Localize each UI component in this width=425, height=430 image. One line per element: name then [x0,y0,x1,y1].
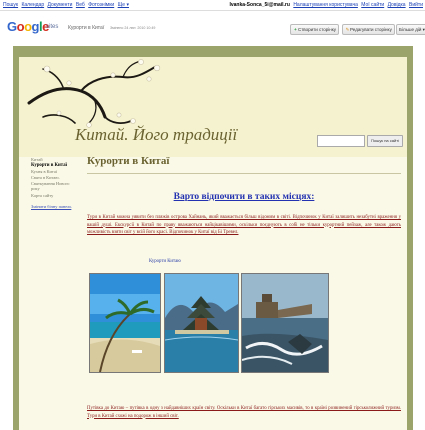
last-updated: Змінено 24 лют. 2010 10:49 [110,26,156,30]
sidebar-item-cuisine[interactable]: Кухня в Китаї [31,169,79,175]
edit-page-button[interactable]: ✎Редагувати сторінку [342,24,395,35]
content-heading[interactable]: Варто відпочити в таких місцях: [87,192,401,202]
sidebar-item-holidays[interactable]: Свята в Китаю. Святкування Нового року [31,175,79,192]
sign-out-link[interactable]: Вийти [409,2,423,8]
gbar-link-search[interactable]: Пошук [3,2,18,8]
sidebar-item-sitemap[interactable]: Карта сайту [31,193,79,199]
pagoda-lake-photo[interactable] [164,273,239,373]
great-wall-sea-photo[interactable] [241,273,329,373]
site-title[interactable]: Китай. Його традиції [75,125,237,145]
sites-toolbar: Google sites Курорти в Китаї Змінено 24 … [0,11,425,43]
sidebar-item-china[interactable]: Китай [31,157,79,163]
edit-sidebar-link[interactable]: Змінити бічну панель [31,204,79,210]
sidebar-item-resorts[interactable]: Курорти в Китаї [31,163,79,169]
page-title: Курорти в Китаї [87,155,170,167]
site-name: Курорти в Китаї [68,25,105,31]
user-settings-link[interactable]: Налаштування користувача [293,2,358,8]
search-button[interactable]: Пошук на сайті [367,135,403,147]
help-link[interactable]: Довідка [388,2,406,8]
google-bar: Пошук Календар Документи Веб Фотознімки … [0,0,425,11]
beach-resort-photo[interactable] [89,273,161,373]
my-sites-link[interactable]: Мої сайти [361,2,384,8]
create-page-button[interactable]: +Створити сторінку [290,24,340,35]
user-email: Ivanka-Sonca_5i@mail.ru [229,2,290,8]
google-bar-account: Ivanka-Sonca_5i@mail.ru Налаштування кор… [227,0,423,10]
gbar-link-documents[interactable]: Документи [48,2,73,8]
site-page: Китай. Його традиції Пошук на сайті Кита… [19,57,407,430]
sidebar-nav: Китай Курорти в Китаї Кухня в Китаї Свят… [31,157,79,210]
gbar-link-calendar[interactable]: Календар [21,2,44,8]
sites-label: sites [46,24,59,30]
google-logo[interactable]: Google [7,19,49,34]
more-actions-button[interactable]: Більше дій ▾ [396,24,425,35]
google-bar-links: Пошук Календар Документи Веб Фотознімки … [3,0,131,10]
gbar-link-more[interactable]: Ще ▾ [118,2,129,8]
gbar-link-web[interactable]: Веб [76,2,85,8]
tour-paragraph: Путівка до Китаю – путівка в одну з найд… [87,406,401,419]
site-header: Китай. Його традиції Пошук на сайті [19,57,407,157]
title-divider [87,173,401,174]
search-input[interactable] [317,135,365,147]
photo-gallery-label[interactable]: Курорти Китаю [149,259,181,264]
intro-paragraph: Тури в Китай можна уявити без пляжів ост… [87,215,401,235]
gbar-link-photos[interactable]: Фотознімки [88,2,114,8]
